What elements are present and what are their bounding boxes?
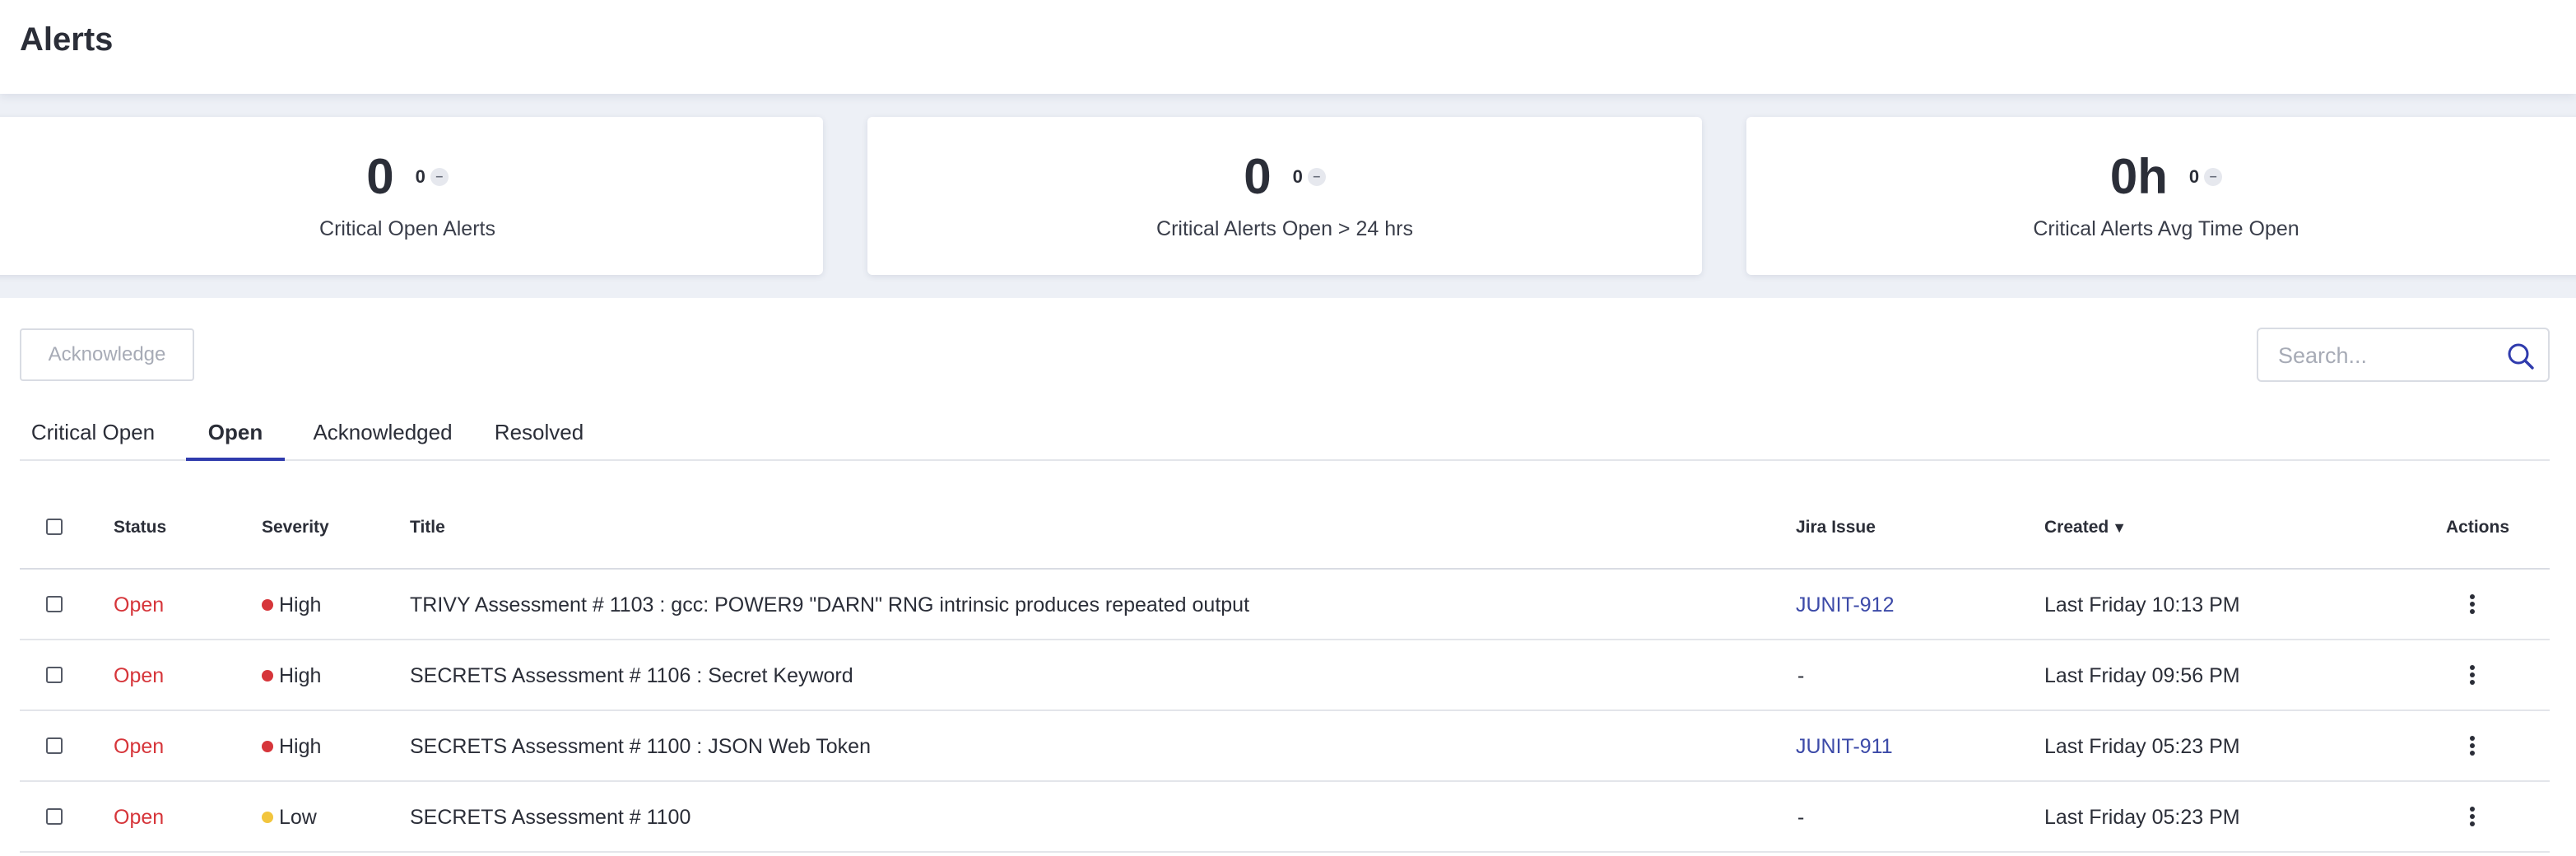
stat-label: Critical Alerts Open > 24 hrs bbox=[1156, 217, 1413, 240]
more-actions-icon[interactable] bbox=[2469, 807, 2476, 826]
search-box bbox=[2257, 328, 2550, 382]
jira-issue-link[interactable]: JUNIT-912 bbox=[1796, 570, 1894, 640]
severity-cell: High bbox=[262, 711, 321, 782]
more-actions-icon[interactable] bbox=[2469, 736, 2476, 756]
created-cell: Last Friday 05:23 PM bbox=[2044, 806, 2240, 829]
column-header-jira-issue[interactable]: Jira Issue bbox=[1796, 494, 1876, 561]
row-checkbox[interactable] bbox=[46, 667, 63, 683]
stat-card-critical-open: 0 0 – Critical Open Alerts bbox=[0, 117, 823, 275]
jira-issue-link[interactable]: JUNIT-911 bbox=[1796, 711, 1893, 782]
tab-bar: Critical Open Open Acknowledged Resolved bbox=[20, 407, 2550, 461]
column-header-title[interactable]: Title bbox=[410, 494, 445, 561]
page-header: Alerts bbox=[0, 0, 2576, 94]
more-actions-icon[interactable] bbox=[2469, 665, 2476, 685]
severity-dot-icon bbox=[262, 812, 273, 823]
sort-descending-icon: ▼ bbox=[2112, 519, 2127, 536]
stats-band: 0 0 – Critical Open Alerts 0 0 – Critica… bbox=[0, 94, 2576, 298]
severity-label: Low bbox=[279, 806, 317, 829]
page-title: Alerts bbox=[20, 21, 114, 58]
more-actions-icon[interactable] bbox=[2469, 594, 2476, 614]
severity-label: High bbox=[279, 735, 322, 758]
severity-dot-icon bbox=[262, 741, 273, 752]
stat-delta: 0 – bbox=[2188, 166, 2223, 188]
row-checkbox[interactable] bbox=[46, 596, 63, 612]
column-header-actions: Actions bbox=[2446, 518, 2510, 537]
stat-label: Critical Open Alerts bbox=[319, 217, 495, 240]
severity-cell: High bbox=[262, 640, 321, 711]
delta-neutral-icon: – bbox=[1307, 168, 1326, 186]
stat-delta: 0 – bbox=[416, 166, 449, 188]
tab-acknowledged[interactable]: Acknowledged bbox=[305, 407, 461, 461]
status-cell: Open bbox=[114, 593, 165, 616]
table-row[interactable]: Open Low SECRETS Assessment # 1100 - Las… bbox=[20, 782, 2550, 853]
stat-value: 0 bbox=[1244, 149, 1272, 204]
acknowledge-button[interactable]: Acknowledge bbox=[20, 328, 194, 381]
table-header: Status Severity Title Jira Issue Created… bbox=[20, 494, 2550, 570]
jira-issue-cell: - bbox=[1797, 806, 1805, 829]
column-header-created[interactable]: Created ▼ bbox=[2044, 494, 2127, 561]
created-cell: Last Friday 10:13 PM bbox=[2044, 593, 2240, 616]
row-checkbox[interactable] bbox=[46, 808, 63, 825]
severity-label: High bbox=[279, 664, 322, 687]
severity-dot-icon bbox=[262, 599, 273, 611]
table-row[interactable]: Open High SECRETS Assessment # 1106 : Se… bbox=[20, 640, 2550, 711]
stat-delta-value: 0 bbox=[415, 166, 425, 187]
alerts-table: Status Severity Title Jira Issue Created… bbox=[20, 494, 2550, 853]
stat-delta-value: 0 bbox=[1292, 166, 1303, 187]
severity-dot-icon bbox=[262, 670, 273, 682]
tab-resolved[interactable]: Resolved bbox=[486, 407, 593, 461]
column-header-created-label: Created bbox=[2044, 518, 2109, 537]
stat-card-avg-time-open: 0h 0 – Critical Alerts Avg Time Open bbox=[1746, 117, 2576, 275]
severity-cell: High bbox=[262, 570, 321, 640]
row-checkbox[interactable] bbox=[46, 737, 63, 754]
jira-issue-cell: - bbox=[1797, 664, 1805, 687]
severity-cell: Low bbox=[262, 782, 317, 853]
tab-critical-open[interactable]: Critical Open bbox=[20, 407, 166, 461]
search-icon[interactable] bbox=[2505, 341, 2536, 372]
stat-value: 0h bbox=[2109, 149, 2168, 204]
status-cell: Open bbox=[114, 735, 165, 758]
column-header-status[interactable]: Status bbox=[114, 494, 166, 561]
stat-label: Critical Alerts Avg Time Open bbox=[2033, 217, 2299, 240]
table-row[interactable]: Open High SECRETS Assessment # 1100 : JS… bbox=[20, 711, 2550, 782]
status-cell: Open bbox=[114, 806, 165, 829]
delta-neutral-icon: – bbox=[430, 168, 449, 186]
stat-card-critical-open-24h: 0 0 – Critical Alerts Open > 24 hrs bbox=[867, 117, 1702, 275]
title-cell[interactable]: SECRETS Assessment # 1100 : JSON Web Tok… bbox=[410, 711, 871, 782]
created-cell: Last Friday 05:23 PM bbox=[2044, 735, 2240, 758]
title-cell[interactable]: TRIVY Assessment # 1103 : gcc: POWER9 "D… bbox=[410, 570, 1249, 640]
created-cell: Last Friday 09:56 PM bbox=[2044, 664, 2240, 687]
delta-neutral-icon: – bbox=[2204, 168, 2223, 186]
table-row[interactable]: Open High TRIVY Assessment # 1103 : gcc:… bbox=[20, 570, 2550, 640]
title-cell[interactable]: SECRETS Assessment # 1100 bbox=[410, 782, 690, 853]
select-all-checkbox[interactable] bbox=[46, 519, 63, 535]
title-cell[interactable]: SECRETS Assessment # 1106 : Secret Keywo… bbox=[410, 640, 853, 711]
status-cell: Open bbox=[114, 664, 165, 687]
tab-open[interactable]: Open bbox=[186, 407, 285, 461]
stat-value: 0 bbox=[366, 149, 394, 204]
stat-delta-value: 0 bbox=[2188, 166, 2200, 187]
column-header-severity[interactable]: Severity bbox=[262, 494, 329, 561]
severity-label: High bbox=[279, 593, 322, 616]
search-input[interactable] bbox=[2278, 341, 2484, 370]
stat-delta: 0 – bbox=[1293, 166, 1326, 188]
